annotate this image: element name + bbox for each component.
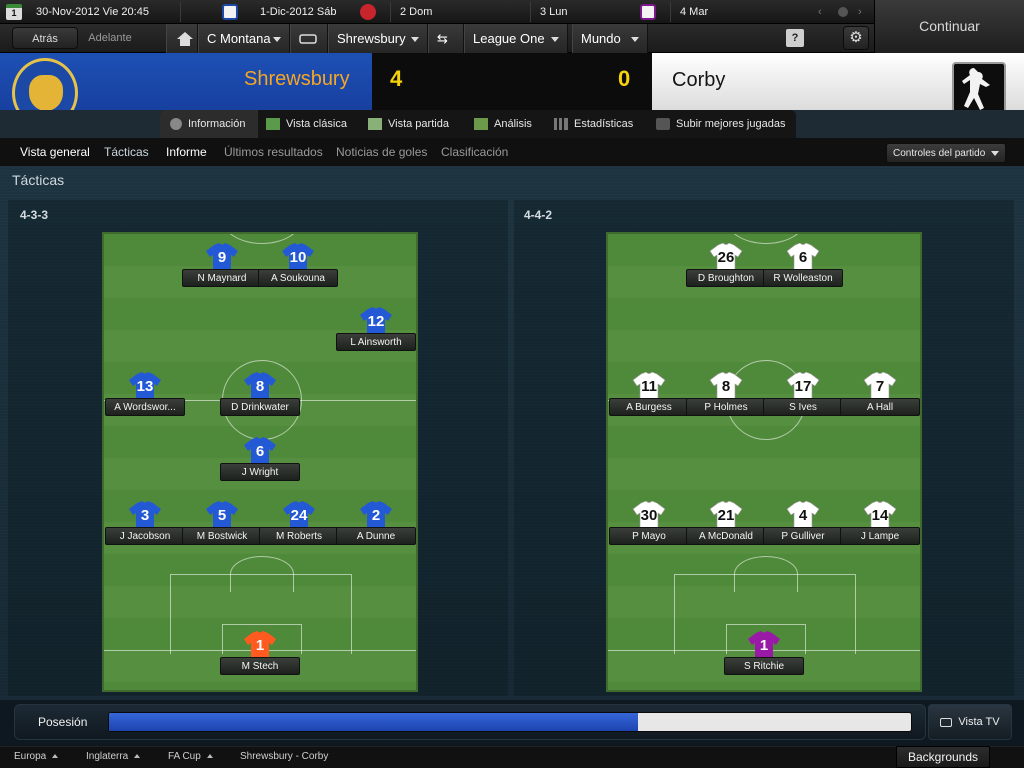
player-marker[interactable]: 6R Wolleaston: [763, 243, 843, 293]
chevron-up-icon: [134, 754, 141, 759]
current-day: Vie: [102, 6, 119, 18]
score-panel: [372, 53, 652, 110]
footer-bar: [0, 746, 1024, 768]
forward-button[interactable]: Adelante: [80, 27, 140, 49]
breadcrumb-inglaterra[interactable]: Inglaterra: [86, 746, 141, 768]
upcoming-day-1[interactable]: 1-Dic-2012 Sáb: [260, 0, 336, 24]
backgrounds-button[interactable]: Backgrounds: [896, 746, 990, 768]
away-pitch: [606, 232, 922, 692]
subnav-tacticas[interactable]: Tácticas: [104, 138, 149, 166]
club-icon[interactable]: [290, 24, 328, 53]
tab-subir-jugadas[interactable]: Subir mejores jugadas: [656, 110, 785, 138]
home-formation: 4-3-3: [20, 208, 49, 222]
upcoming-day-4[interactable]: 4 Mar: [680, 0, 708, 24]
opponent-crest-icon: [360, 4, 376, 20]
vista-tv-button[interactable]: Vista TV: [928, 704, 1012, 740]
breadcrumb-europa[interactable]: Europa: [14, 746, 59, 768]
next-icon[interactable]: ›: [858, 0, 862, 24]
goalkeeper-marker[interactable]: 1M Stech: [220, 631, 300, 681]
tab-vista-clasica[interactable]: Vista clásica: [266, 110, 347, 138]
chevron-up-icon: [52, 754, 59, 759]
player-marker[interactable]: 6J Wright: [220, 437, 300, 487]
league-dropdown[interactable]: League One: [464, 24, 568, 53]
player-marker[interactable]: 12 L Ainsworth: [336, 307, 416, 357]
analysis-icon: [474, 118, 488, 131]
subnav-ultimos-resultados[interactable]: Últimos resultados: [224, 138, 323, 166]
opponent-crest-icon: [640, 4, 656, 20]
video-camera-icon: [656, 118, 670, 131]
player-marker[interactable]: 8P Holmes: [686, 372, 766, 422]
breadcrumb-match[interactable]: Shrewsbury - Corby: [240, 746, 328, 768]
club-crest-icon: [222, 4, 238, 20]
manager-dropdown[interactable]: C Montana: [198, 24, 290, 53]
prev-icon[interactable]: ‹: [818, 0, 822, 24]
player-marker[interactable]: 17 S Ives: [763, 372, 843, 422]
player-marker[interactable]: 10 A Soukouna: [258, 243, 338, 293]
tv-icon: [940, 717, 953, 727]
split-view-icon: [368, 118, 382, 131]
tab-informacion[interactable]: Información: [160, 110, 258, 138]
home-icon[interactable]: [166, 24, 198, 53]
player-marker[interactable]: 24 M Roberts: [259, 501, 339, 551]
player-marker[interactable]: 14 J Lampe: [840, 501, 920, 551]
player-marker[interactable]: 21 A McDonald: [686, 501, 766, 551]
chevron-down-icon: [991, 151, 999, 156]
tab-analisis[interactable]: Análisis: [474, 110, 532, 138]
subnav-clasificacion[interactable]: Clasificación: [441, 138, 508, 166]
home-team-name[interactable]: Shrewsbury: [244, 68, 350, 91]
stats-chart-icon: [554, 118, 568, 131]
player-marker[interactable]: 3J Jacobson: [105, 501, 185, 551]
player-marker[interactable]: 8D Drinkwater: [220, 372, 300, 422]
upcoming-day-2[interactable]: 2 Dom: [400, 0, 432, 24]
player-marker[interactable]: 30 P Mayo: [609, 501, 689, 551]
back-button[interactable]: Atrás: [12, 27, 78, 49]
club-dropdown[interactable]: Shrewsbury: [328, 24, 428, 53]
breadcrumb-fa-cup[interactable]: FA Cup: [168, 746, 213, 768]
world-dropdown[interactable]: Mundo: [572, 24, 648, 53]
tab-strip: Información Vista clásica Vista partida …: [160, 110, 796, 138]
player-marker[interactable]: 13 A Wordswor...: [105, 372, 185, 422]
away-team-name[interactable]: Corby: [672, 69, 725, 92]
player-marker[interactable]: 11 A Burgess: [609, 372, 689, 422]
player-marker[interactable]: 4P Gulliver: [763, 501, 843, 551]
pitch-icon: [266, 118, 280, 131]
continue-button[interactable]: Continuar: [874, 0, 1024, 53]
chevron-up-icon: [206, 754, 213, 759]
player-marker[interactable]: 26 D Broughton: [686, 243, 766, 293]
tab-estadisticas[interactable]: Estadísticas: [554, 110, 633, 138]
page-title: Tácticas: [12, 172, 65, 188]
subnav-noticias-goles[interactable]: Noticias de goles: [336, 138, 427, 166]
player-marker[interactable]: 7A Hall: [840, 372, 920, 422]
home-score: 4: [390, 66, 403, 91]
help-button[interactable]: ?: [786, 29, 804, 47]
player-marker[interactable]: 9N Maynard: [182, 243, 262, 293]
info-icon: [170, 118, 182, 131]
player-marker[interactable]: 2A Dunne: [336, 501, 416, 551]
possession-home-fill: [109, 713, 638, 731]
swap-icon[interactable]: ⇆: [428, 24, 464, 53]
subnav-vista-general[interactable]: Vista general: [20, 138, 90, 166]
player-marker[interactable]: 5M Bostwick: [182, 501, 262, 551]
top-date-bar: 1 30-Nov-2012 Vie 20:45 1-Dic-2012 Sáb 2…: [0, 0, 1024, 24]
tab-vista-partida[interactable]: Vista partida: [368, 110, 449, 138]
navigation-bar: Atrás Adelante C Montana Shrewsbury ⇆ Le…: [0, 24, 874, 53]
dot-icon: [838, 0, 848, 24]
goalkeeper-marker[interactable]: 1S Ritchie: [724, 631, 804, 681]
sub-navigation: Vista general Tácticas Informe Últimos r…: [0, 138, 1024, 166]
upcoming-day-3[interactable]: 3 Lun: [540, 0, 568, 24]
away-score: 0: [618, 66, 631, 91]
match-controls-dropdown[interactable]: Controles del partido: [886, 143, 1006, 163]
current-time: 20:45: [121, 6, 149, 18]
calendar-icon[interactable]: 1: [6, 4, 22, 20]
possession-label: Posesión: [38, 715, 88, 729]
away-formation: 4-4-2: [524, 208, 553, 222]
settings-gear-icon[interactable]: ⚙: [843, 26, 869, 50]
current-date: 30-Nov-2012: [36, 6, 100, 18]
subnav-informe[interactable]: Informe: [166, 138, 207, 166]
